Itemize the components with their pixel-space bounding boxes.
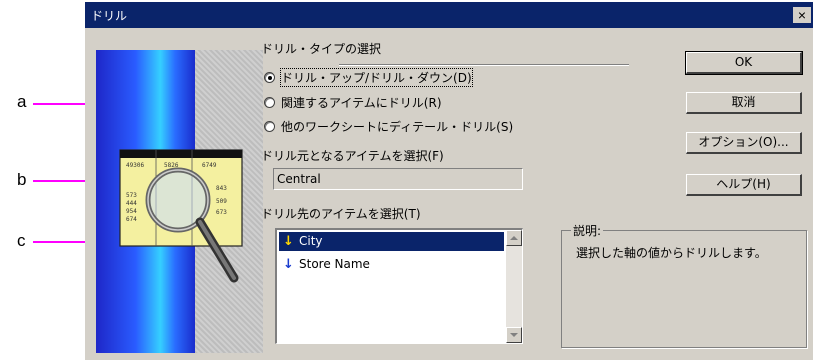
radio-drill-up-down[interactable] <box>264 72 275 83</box>
description-text: 選択した軸の値からドリルします。 <box>576 246 767 260</box>
magnifier-spreadsheet-icon: 49306 5826 6749 573843 444 509 954 673 674 <box>119 149 243 283</box>
svg-text:444: 444 <box>126 200 137 207</box>
drill-type-heading: ドリル・タイプの選択 <box>261 42 382 56</box>
drill-illustration: 49306 5826 6749 573 843 444 509 954 673 674 <box>96 50 263 353</box>
close-icon[interactable]: × <box>793 7 811 23</box>
svg-text:843: 843 <box>216 185 227 192</box>
drill-dialog: ドリル × 49306 5826 6749 573 843 444 509 954 673… <box>85 2 813 360</box>
dialog-title: ドリル <box>91 9 128 23</box>
title-bar: ドリル × <box>85 2 813 28</box>
listbox-scrollbar[interactable] <box>506 230 522 343</box>
svg-text:673: 673 <box>216 209 227 216</box>
options-button[interactable]: オプション(O)... <box>686 132 802 154</box>
svg-text:954: 954 <box>126 208 137 215</box>
option-related-item-label[interactable]: 関連するアイテムにドリル(R) <box>281 94 442 111</box>
option-detail-worksheet-label[interactable]: 他のワークシートにディテール・ドリル(S) <box>281 118 513 135</box>
arrow-down-icon: ↓ <box>283 257 294 272</box>
callout-c-letter: c <box>17 231 26 250</box>
radio-detail-worksheet[interactable] <box>264 121 275 132</box>
option-drill-up-down-label[interactable]: ドリル・アップ/ドリル・ダウン(D) <box>280 68 473 87</box>
svg-text:49306: 49306 <box>126 162 144 169</box>
cancel-button[interactable]: 取消 <box>686 92 802 114</box>
scroll-down-button[interactable] <box>506 327 522 343</box>
list-item-text: Store Name <box>299 257 370 271</box>
list-item-store-name[interactable]: ↓ Store Name <box>279 255 504 274</box>
help-button[interactable]: ヘルプ(H) <box>686 174 802 196</box>
svg-text:573: 573 <box>126 192 137 199</box>
target-item-listbox[interactable]: ↓ City ↓ Store Name <box>275 228 523 344</box>
callout-a-letter: a <box>17 92 27 111</box>
arrow-down-icon: ↓ <box>283 234 294 249</box>
description-title: 説明: <box>571 222 604 239</box>
target-item-label: ドリル先のアイテムを選択(T) <box>261 207 421 221</box>
triangle-up-icon <box>510 236 518 240</box>
radio-related-item[interactable] <box>264 97 275 108</box>
source-item-label: ドリル元となるアイテムを選択(F) <box>261 149 444 163</box>
svg-text:6749: 6749 <box>202 162 217 169</box>
source-item-field: Central <box>273 168 523 190</box>
list-item-text: City <box>299 234 323 248</box>
list-item-city[interactable]: ↓ City <box>279 232 504 251</box>
triangle-down-icon <box>510 333 518 337</box>
scroll-up-button[interactable] <box>506 230 522 246</box>
radio-selected-dot <box>268 76 272 80</box>
svg-text:509: 509 <box>216 198 227 205</box>
drill-type-divider <box>339 64 629 66</box>
callout-b-letter: b <box>17 170 27 189</box>
svg-text:674: 674 <box>126 216 137 223</box>
ok-button[interactable]: OK <box>685 51 803 75</box>
